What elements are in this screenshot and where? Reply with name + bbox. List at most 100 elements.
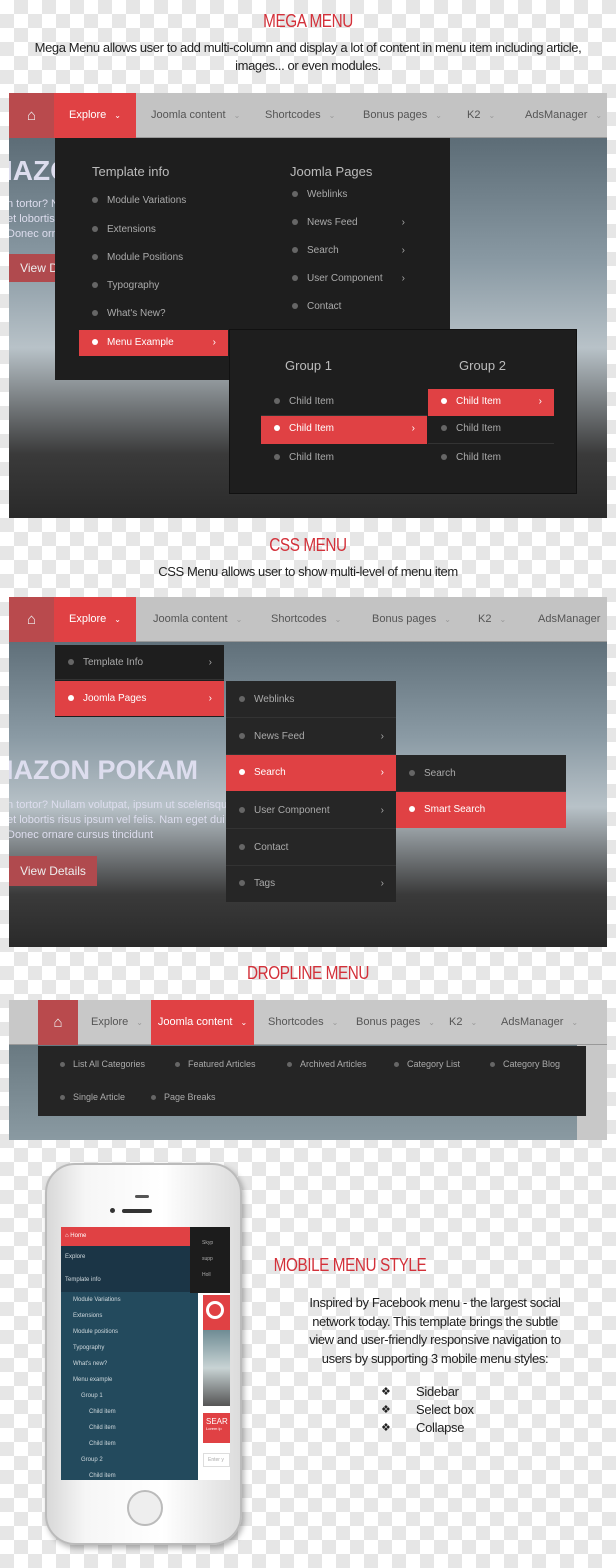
menu-item[interactable]: Typography xyxy=(92,273,159,299)
menu-item[interactable]: Template Info › xyxy=(55,645,224,680)
menu-item[interactable]: Contact xyxy=(226,829,396,866)
nav-adsmanager[interactable]: AdsManager⌄ xyxy=(525,93,602,138)
mobile-menu-item[interactable]: Group 1 xyxy=(61,1388,190,1404)
menu-item[interactable]: News Feed › xyxy=(226,718,396,755)
menu-item[interactable]: Search xyxy=(396,755,566,792)
menu-item[interactable]: Contact xyxy=(292,294,417,320)
nav-k2[interactable]: K2 ⌄ xyxy=(478,597,506,642)
group-heading: Group 1 xyxy=(285,358,332,373)
home-icon[interactable]: ⌂ xyxy=(9,93,54,138)
chevron-right-icon: › xyxy=(212,337,216,348)
mega-menu-desc: Mega Menu allows user to add multi-colum… xyxy=(0,39,616,75)
nav-shortcodes[interactable]: Shortcodes ⌄ xyxy=(268,1000,338,1045)
mega-menu-title: MEGA MENU xyxy=(263,11,353,31)
menu-item-active[interactable]: Joomla Pages › xyxy=(55,681,224,716)
nav-explore[interactable]: Explore ⌄ xyxy=(54,93,136,138)
nav-shortcodes[interactable]: Shortcodes ⌄ xyxy=(271,597,341,642)
menu-item-active[interactable]: Smart Search xyxy=(396,792,566,828)
mobile-style-list: Sidebar Select box Collapse xyxy=(416,1384,474,1435)
main-nav: ⌂ Explore ⌄ Joomla content ⌄ Shortcodes ⌄ B… xyxy=(9,1000,607,1045)
chevron-down-icon: ⌄ xyxy=(595,111,603,120)
child-item[interactable]: Child Item xyxy=(428,445,554,472)
home-icon[interactable]: ⌂ xyxy=(9,597,54,642)
steering-wheel-icon xyxy=(206,1301,224,1319)
home-icon[interactable]: ⌂ xyxy=(38,1000,78,1045)
home-button xyxy=(127,1490,163,1526)
nav-bonus-pages[interactable]: Bonus pages ⌄ xyxy=(363,93,442,138)
phone-camera xyxy=(110,1208,115,1213)
menu-item[interactable]: Weblinks xyxy=(292,182,417,208)
mobile-menu-item[interactable]: Child item xyxy=(61,1420,190,1436)
chevron-down-icon: ⌄ xyxy=(233,111,241,120)
menu-item[interactable]: Search › xyxy=(292,238,417,264)
dropline-menu-demo: ⌂ Explore ⌄ Joomla content ⌄ Shortcodes ⌄ B… xyxy=(9,1000,607,1140)
chevron-down-icon: ⌄ xyxy=(470,1018,478,1027)
nav-k2[interactable]: K2 ⌄ xyxy=(467,93,495,138)
child-item[interactable]: Child Item xyxy=(261,389,427,416)
menu-item[interactable]: User Component › xyxy=(226,792,396,829)
main-nav: ⌂ Explore ⌄ Joomla content ⌄ Shortcodes ⌄ B… xyxy=(9,93,607,138)
css-menu-demo: IAZON POKAM n tortor? Nullam volutpat, i… xyxy=(9,597,607,947)
chevron-down-icon: ⌄ xyxy=(235,615,243,624)
hero-text: n tortor? Nullam volutpat, ipsum ut scel… xyxy=(9,799,248,841)
child-item[interactable]: Child Item xyxy=(261,445,427,472)
menu-item[interactable]: User Component › xyxy=(292,266,417,292)
menu-item[interactable]: What's New? xyxy=(92,301,166,327)
mobile-menu-item[interactable]: Typography xyxy=(61,1340,190,1356)
mobile-menu-item[interactable]: Module Variations xyxy=(61,1292,190,1308)
mobile-menu-item[interactable]: Menu example xyxy=(61,1372,190,1388)
mobile-menu-item[interactable]: What's new? xyxy=(61,1356,190,1372)
nav-joomla-content[interactable]: Joomla content ⌄ xyxy=(151,1000,254,1045)
nav-shortcodes[interactable]: Shortcodes ⌄ xyxy=(265,93,335,138)
chevron-down-icon: ⌄ xyxy=(114,111,121,120)
email-input[interactable]: Enter y xyxy=(203,1453,230,1467)
column-heading: Joomla Pages xyxy=(290,164,373,179)
mobile-menu-item[interactable]: Extensions xyxy=(61,1308,190,1324)
dropline-item[interactable]: Page Breaks xyxy=(151,1092,216,1102)
menu-item[interactable]: Extensions xyxy=(92,217,156,243)
nav-joomla-content[interactable]: Joomla content ⌄ xyxy=(151,93,240,138)
chevron-down-icon: ⌄ xyxy=(444,615,451,624)
desc-line: Mega Menu allows user to add multi-colum… xyxy=(34,40,582,55)
phone-earpiece xyxy=(122,1209,152,1213)
menu-item[interactable]: Tags › xyxy=(226,866,396,902)
dropline-item[interactable]: List All Categories xyxy=(60,1059,145,1069)
menu-item[interactable]: Module Variations xyxy=(92,188,186,214)
chevron-right-icon: › xyxy=(411,423,415,434)
mobile-menu-item[interactable]: Child item xyxy=(61,1468,190,1480)
chevron-down-icon: ⌄ xyxy=(571,1018,579,1027)
nav-joomla-content[interactable]: Joomla content ⌄ xyxy=(153,597,242,642)
dropline-item[interactable]: Category List xyxy=(394,1059,460,1069)
dropline-item[interactable]: Featured Articles xyxy=(175,1059,256,1069)
nav-adsmanager[interactable]: AdsManager⌄ xyxy=(501,1000,578,1045)
view-details-button[interactable]: View Details xyxy=(9,856,97,886)
menu-item[interactable]: Module Positions xyxy=(92,245,183,271)
nav-bonus-pages[interactable]: Bonus pages ⌄ xyxy=(356,1000,435,1045)
nav-bonus-pages[interactable]: Bonus pages ⌄ xyxy=(372,597,451,642)
dropline-item[interactable]: Single Article xyxy=(60,1092,125,1102)
chevron-right-icon: › xyxy=(401,217,405,228)
mobile-menu-home[interactable]: ⌂ Home xyxy=(61,1227,190,1246)
dropline-item[interactable]: Category Blog xyxy=(490,1059,560,1069)
menu-item-active[interactable]: Menu Example › xyxy=(79,330,228,356)
css-menu-desc: CSS Menu allows user to show multi-level… xyxy=(158,564,458,579)
chevron-right-icon: › xyxy=(380,878,384,889)
menu-item[interactable]: News Feed › xyxy=(292,210,417,236)
nav-adsmanager[interactable]: AdsManager⌄ xyxy=(538,597,607,642)
chevron-right-icon: › xyxy=(208,657,212,668)
mobile-menu-item[interactable]: Child item xyxy=(61,1404,190,1420)
css-menu-title: CSS MENU xyxy=(269,535,347,555)
dropline-item[interactable]: Archived Articles xyxy=(287,1059,367,1069)
mega-menu-demo: IAZO n tortor? Nu et lobortis r Donec orna… xyxy=(9,93,607,518)
child-item[interactable]: Child Item xyxy=(428,416,554,444)
child-item-active[interactable]: Child Item › xyxy=(261,416,427,444)
child-item-active[interactable]: Child Item › xyxy=(428,389,554,416)
nav-k2[interactable]: K2 ⌄ xyxy=(449,1000,477,1045)
mobile-menu-item[interactable]: Group 2 xyxy=(61,1452,190,1468)
nav-explore[interactable]: Explore ⌄ xyxy=(91,1000,143,1045)
menu-item[interactable]: Weblinks xyxy=(226,681,396,718)
mobile-menu-item[interactable]: Module positions xyxy=(61,1324,190,1340)
menu-item-active[interactable]: Search › xyxy=(226,755,396,791)
mobile-menu-item[interactable]: Child item xyxy=(61,1436,190,1452)
nav-explore[interactable]: Explore ⌄ xyxy=(54,597,136,642)
